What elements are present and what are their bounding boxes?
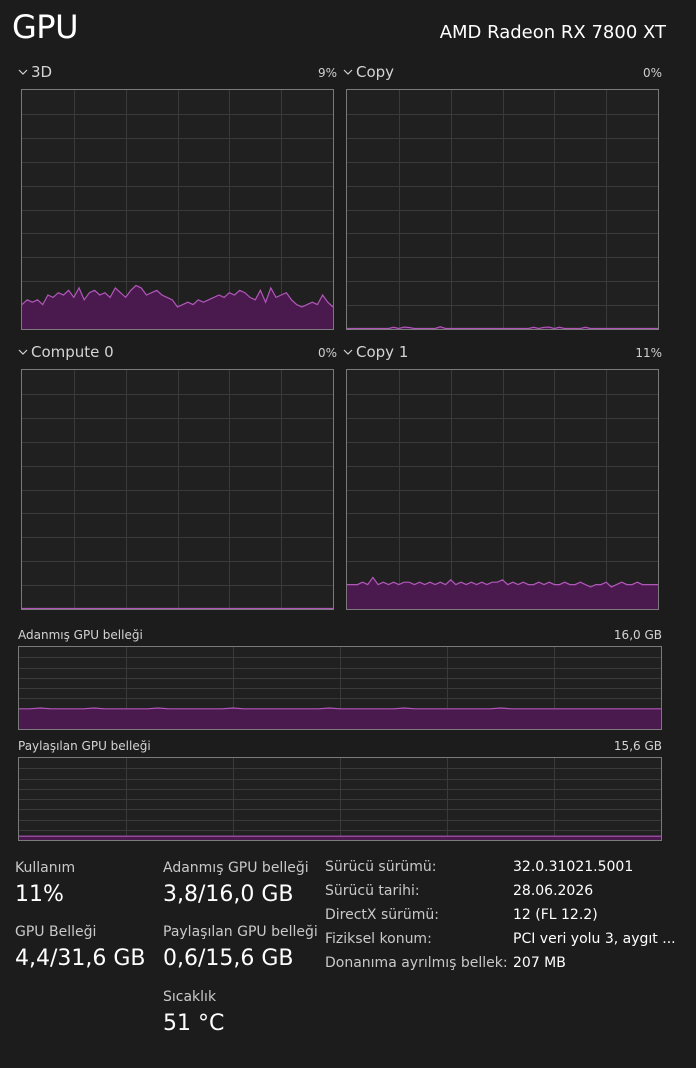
driver-date-label: Sürücü tarihi: bbox=[325, 883, 420, 899]
directx-version-value: 12 (FL 12.2) bbox=[513, 907, 598, 923]
driver-version-value: 32.0.31021.5001 bbox=[513, 859, 634, 875]
engine-label: Compute 0 bbox=[31, 343, 114, 361]
driver-date-value: 28.06.2026 bbox=[513, 883, 594, 899]
utilization-value: 11% bbox=[15, 882, 64, 907]
engine-selector-compute-0[interactable]: Compute 0 bbox=[18, 343, 114, 361]
gpu-memory-value: 4,4/31,6 GB bbox=[15, 946, 146, 971]
memory-graph-canvas bbox=[19, 758, 661, 840]
temperature-label: Sıcaklık bbox=[163, 989, 217, 1005]
chevron-down-icon bbox=[18, 347, 28, 357]
shared-memory-stat-label: Paylaşılan GPU belleği bbox=[163, 924, 318, 940]
engine-selector-copy-1[interactable]: Copy 1 bbox=[343, 343, 408, 361]
dedicated-memory-stat-label: Adanmış GPU belleği bbox=[163, 860, 309, 876]
gpu-memory-label: GPU Belleği bbox=[15, 924, 97, 940]
engine-percent: 9% bbox=[317, 66, 337, 80]
engine-selector-3d[interactable]: 3D bbox=[18, 63, 52, 81]
directx-version-label: DirectX sürümü: bbox=[325, 907, 439, 923]
hardware-reserved-memory-value: 207 MB bbox=[513, 955, 566, 971]
dedicated-memory-max: 16,0 GB bbox=[613, 628, 662, 642]
utilization-label: Kullanım bbox=[15, 860, 76, 876]
engine-graph-copy bbox=[346, 89, 659, 330]
shared-memory-max: 15,6 GB bbox=[613, 739, 662, 753]
engine-graph-canvas bbox=[22, 370, 333, 609]
dedicated-memory-label: Adanmış GPU belleği bbox=[18, 628, 143, 642]
engine-graph-canvas bbox=[347, 90, 658, 329]
chevron-down-icon bbox=[343, 347, 353, 357]
engine-percent: 0% bbox=[317, 346, 337, 360]
chevron-down-icon bbox=[18, 67, 28, 77]
engine-label: Copy 1 bbox=[356, 343, 409, 361]
shared-memory-graph bbox=[18, 757, 662, 841]
physical-location-value: PCI veri yolu 3, aygıt ... bbox=[513, 931, 676, 947]
dedicated-memory-stat-value: 3,8/16,0 GB bbox=[163, 882, 294, 907]
engine-graph-canvas bbox=[22, 90, 333, 329]
hardware-reserved-memory-label: Donanıma ayrılmış bellek: bbox=[325, 955, 508, 971]
usage-area bbox=[19, 708, 661, 729]
engine-label: Copy bbox=[356, 63, 395, 81]
engine-graph-3d bbox=[21, 89, 334, 330]
engine-graph-compute-0 bbox=[21, 369, 334, 610]
dedicated-memory-graph bbox=[18, 646, 662, 730]
chevron-down-icon bbox=[343, 67, 353, 77]
driver-version-label: Sürücü sürümü: bbox=[325, 859, 437, 875]
gpu-performance-page: GPU AMD Radeon RX 7800 XT 3D 9% Copy 0% … bbox=[0, 0, 696, 1068]
engine-label: 3D bbox=[31, 63, 53, 81]
engine-graph-copy-1 bbox=[346, 369, 659, 610]
shared-memory-label: Paylaşılan GPU belleği bbox=[18, 739, 151, 753]
physical-location-label: Fiziksel konum: bbox=[325, 931, 432, 947]
page-title: GPU bbox=[12, 8, 79, 46]
memory-graph-canvas bbox=[19, 647, 661, 729]
engine-graph-canvas bbox=[347, 370, 658, 609]
engine-percent: 0% bbox=[642, 66, 662, 80]
gpu-model-name: AMD Radeon RX 7800 XT bbox=[439, 22, 666, 43]
engine-percent: 11% bbox=[635, 346, 662, 360]
temperature-value: 51 °C bbox=[163, 1011, 225, 1036]
engine-selector-copy[interactable]: Copy bbox=[343, 63, 394, 81]
shared-memory-stat-value: 0,6/15,6 GB bbox=[163, 946, 294, 971]
